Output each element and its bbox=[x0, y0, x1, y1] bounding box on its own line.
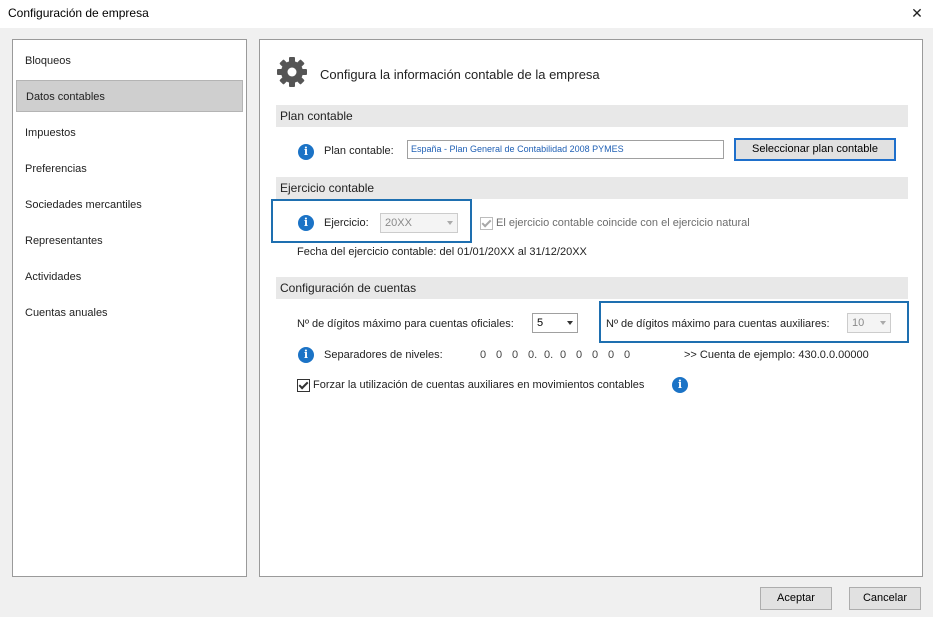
info-icon[interactable]: i bbox=[298, 215, 314, 231]
sidebar-item-bloqueos[interactable]: Bloqueos bbox=[16, 45, 243, 77]
separator-digit[interactable]: 0 bbox=[608, 349, 614, 361]
oficiales-select[interactable]: 5 bbox=[532, 313, 578, 333]
separator-digit[interactable]: 0 bbox=[480, 349, 486, 361]
cuenta-ejemplo: >> Cuenta de ejemplo: 430.0.0.00000 bbox=[684, 349, 869, 361]
sidebar-item-impuestos[interactable]: Impuestos bbox=[16, 117, 243, 149]
auxiliares-label: Nº de dígitos máximo para cuentas auxili… bbox=[606, 318, 830, 330]
separator-digit[interactable]: 0 bbox=[512, 349, 518, 361]
natural-label: El ejercicio contable coincide con el ej… bbox=[496, 217, 750, 229]
oficiales-label: Nº de dígitos máximo para cuentas oficia… bbox=[297, 318, 514, 330]
page-title: Configura la información contable de la … bbox=[320, 67, 600, 82]
info-icon[interactable]: i bbox=[672, 377, 688, 393]
fecha-ejercicio-text: Fecha del ejercicio contable: del 01/01/… bbox=[297, 246, 587, 258]
separadores-label: Separadores de niveles: bbox=[324, 349, 443, 361]
info-icon[interactable]: i bbox=[298, 144, 314, 160]
sidebar: Bloqueos Datos contables Impuestos Prefe… bbox=[12, 39, 247, 577]
cancel-button[interactable]: Cancelar bbox=[849, 587, 921, 610]
checkmark-icon bbox=[298, 379, 309, 390]
auxiliares-select[interactable]: 10 bbox=[847, 313, 891, 333]
main-panel: Configura la información contable de la … bbox=[259, 39, 923, 577]
chevron-down-icon bbox=[880, 321, 886, 325]
section-configuracion-cuentas: Configuración de cuentas bbox=[276, 277, 908, 299]
title-bar: Configuración de empresa ✕ bbox=[0, 0, 933, 28]
forzar-checkbox[interactable] bbox=[297, 379, 310, 392]
sidebar-item-actividades[interactable]: Actividades bbox=[16, 261, 243, 293]
ejercicio-select[interactable]: 20XX bbox=[380, 213, 458, 233]
gear-icon bbox=[277, 57, 307, 87]
accept-button[interactable]: Aceptar bbox=[760, 587, 832, 610]
separator-digit[interactable]: 0 bbox=[592, 349, 598, 361]
sidebar-item-sociedades-mercantiles[interactable]: Sociedades mercantiles bbox=[16, 189, 243, 221]
separator-digit[interactable]: 0. bbox=[528, 349, 537, 361]
ejercicio-label: Ejercicio: bbox=[324, 217, 369, 229]
oficiales-value: 5 bbox=[537, 317, 544, 329]
sidebar-item-datos-contables[interactable]: Datos contables bbox=[16, 80, 243, 112]
plan-contable-label: Plan contable: bbox=[324, 145, 394, 157]
select-plan-button[interactable]: Seleccionar plan contable bbox=[734, 138, 896, 161]
section-ejercicio-contable: Ejercicio contable bbox=[276, 177, 908, 199]
section-plan-contable: Plan contable bbox=[276, 105, 908, 127]
natural-checkbox[interactable] bbox=[480, 217, 493, 230]
window-title: Configuración de empresa bbox=[8, 6, 149, 20]
separator-digit[interactable]: 0. bbox=[544, 349, 553, 361]
plan-contable-field[interactable]: España - Plan General de Contabilidad 20… bbox=[407, 140, 724, 159]
separator-digit[interactable]: 0 bbox=[560, 349, 566, 361]
sidebar-item-cuentas-anuales[interactable]: Cuentas anuales bbox=[16, 297, 243, 329]
close-icon[interactable]: ✕ bbox=[905, 2, 929, 24]
separator-digit[interactable]: 0 bbox=[496, 349, 502, 361]
forzar-label: Forzar la utilización de cuentas auxilia… bbox=[313, 379, 645, 391]
separator-digit[interactable]: 0 bbox=[624, 349, 630, 361]
separator-digit[interactable]: 0 bbox=[576, 349, 582, 361]
info-icon[interactable]: i bbox=[298, 347, 314, 363]
auxiliares-value: 10 bbox=[852, 317, 865, 329]
sidebar-item-preferencias[interactable]: Preferencias bbox=[16, 153, 243, 185]
sidebar-item-representantes[interactable]: Representantes bbox=[16, 225, 243, 257]
chevron-down-icon bbox=[447, 221, 453, 225]
chevron-down-icon bbox=[567, 321, 573, 325]
ejercicio-value: 20XX bbox=[385, 217, 412, 229]
checkmark-icon bbox=[481, 217, 492, 228]
